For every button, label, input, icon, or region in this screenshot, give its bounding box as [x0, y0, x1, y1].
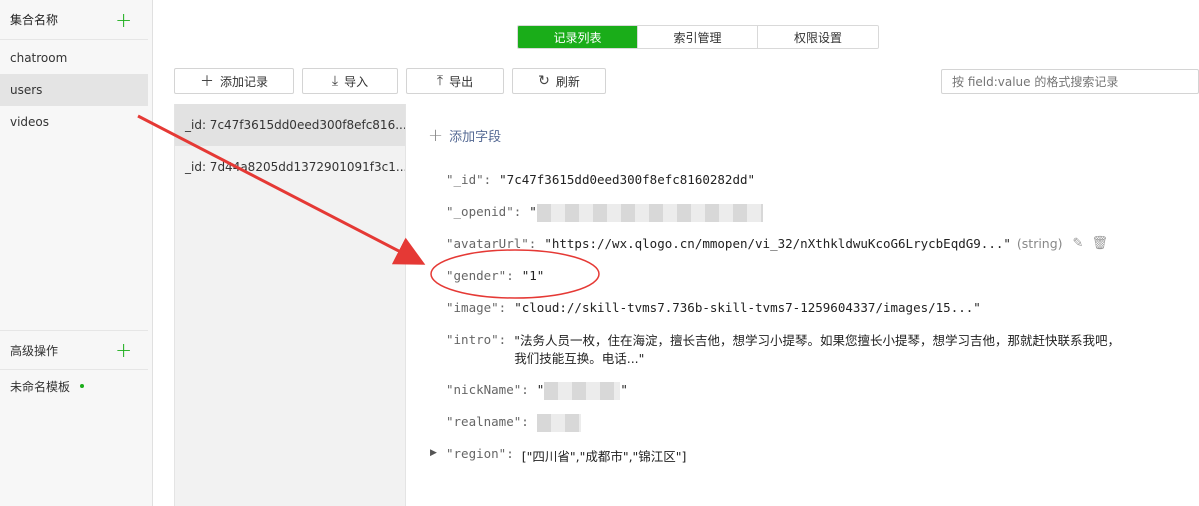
field-value: "法务人员一枚，住在海淀，擅长吉他，想学习小提琴。如果您擅长小提琴，想学习吉他，…	[514, 332, 1120, 368]
field-key: "region":	[446, 446, 514, 461]
refresh-icon: ↻	[538, 73, 550, 89]
record-item[interactable]: _id: 7c47f3615dd0eed300f8efc816...	[175, 104, 405, 146]
template-item[interactable]: 未命名模板	[0, 370, 148, 402]
field-image[interactable]: "image": "cloud://skill-tvms7.736b-skill…	[446, 300, 981, 315]
upload-icon: ⤒	[436, 73, 444, 89]
field-value-close: "	[620, 382, 628, 397]
add-field-button[interactable]: + 添加字段	[428, 125, 501, 146]
add-record-button[interactable]: ＋ 添加记录	[174, 68, 294, 94]
advanced-section: 高级操作 + 未命名模板	[0, 330, 148, 402]
import-label: 导入	[344, 74, 369, 89]
field-value: "https://wx.qlogo.cn/mmopen/vi_32/nXthkl…	[544, 236, 1011, 251]
field-avatarurl[interactable]: "avatarUrl": "https://wx.qlogo.cn/mmopen…	[446, 236, 1108, 251]
sidebar-item-users[interactable]: users	[0, 74, 148, 106]
tab-records[interactable]: 记录列表	[518, 26, 638, 48]
collections-title: 集合名称	[10, 13, 59, 27]
field-key: "_id":	[446, 172, 492, 187]
field-region[interactable]: "region": ["四川省","成都市","锦江区"]	[446, 446, 686, 465]
plus-icon: ＋	[199, 74, 214, 90]
field-value: "	[529, 204, 537, 219]
field-key: "nickName":	[446, 382, 529, 397]
intro-line: "法务人员一枚，住在海淀，擅长吉他，想学习小提琴。如果您擅长小提琴，想学习吉他，…	[514, 333, 1120, 348]
template-label: 未命名模板	[10, 379, 71, 394]
field-intro[interactable]: "intro": "法务人员一枚，住在海淀，擅长吉他，想学习小提琴。如果您擅长小…	[446, 332, 1120, 368]
export-button[interactable]: ⤒ 导出	[406, 68, 504, 94]
field-gender[interactable]: "gender": "1"	[446, 268, 544, 283]
records-list: _id: 7c47f3615dd0eed300f8efc816... _id: …	[174, 104, 406, 506]
field-value: "1"	[521, 268, 545, 283]
tab-permissions[interactable]: 权限设置	[758, 26, 878, 48]
advanced-header: 高级操作 +	[0, 330, 148, 370]
sidebar-item-videos[interactable]: videos	[0, 106, 148, 138]
field-type: (string)	[1016, 236, 1063, 251]
status-dot-icon	[80, 384, 85, 388]
field-nickname[interactable]: "nickName": " "	[446, 382, 628, 400]
field-value: "7c47f3615dd0eed300f8efc8160282dd"	[499, 172, 756, 187]
trash-icon[interactable]: 🗑	[1091, 236, 1108, 251]
redacted-value	[536, 414, 581, 432]
refresh-button[interactable]: ↻ 刷新	[512, 68, 606, 94]
export-label: 导出	[449, 74, 474, 89]
field-value-open: "	[536, 382, 545, 397]
add-record-label: 添加记录	[219, 74, 268, 89]
field-id[interactable]: "_id": "7c47f3615dd0eed300f8efc8160282dd…	[446, 172, 755, 187]
field-key: "image":	[446, 300, 507, 315]
field-value: "cloud://skill-tvms7.736b-skill-tvms7-12…	[514, 300, 981, 315]
redacted-value	[536, 204, 763, 222]
field-key: "gender":	[446, 268, 514, 283]
tab-indexes[interactable]: 索引管理	[638, 26, 758, 48]
field-realname[interactable]: "realname":	[446, 414, 581, 432]
sidebar-item-chatroom[interactable]: chatroom	[0, 42, 148, 74]
field-key: "_openid":	[446, 204, 522, 219]
plus-icon: +	[428, 125, 444, 146]
advanced-title: 高级操作	[10, 343, 59, 358]
expand-triangle-icon[interactable]: ▶	[430, 448, 437, 458]
field-value: ["四川省","成都市","锦江区"]	[521, 449, 687, 464]
records-toolbar: ＋ 添加记录 ⤓ 导入 ⤒ 导出 ↻ 刷新	[174, 68, 606, 94]
refresh-label: 刷新	[555, 74, 580, 89]
download-icon: ⤓	[331, 73, 339, 89]
intro-line: 我们技能互换。电话..."	[514, 351, 645, 366]
view-tabs: 记录列表 索引管理 权限设置	[517, 25, 879, 49]
redacted-value	[544, 382, 621, 400]
record-item[interactable]: _id: 7d44a8205dd1372901091f3c1...	[175, 146, 405, 188]
add-field-label: 添加字段	[449, 130, 502, 145]
field-key: "avatarUrl":	[446, 236, 537, 251]
edit-icon[interactable]: ✎	[1073, 236, 1084, 251]
search-input[interactable]	[941, 69, 1199, 94]
add-collection-icon[interactable]: +	[115, 10, 132, 30]
field-openid[interactable]: "_openid": "	[446, 204, 763, 222]
field-key: "intro":	[446, 332, 507, 347]
add-template-icon[interactable]: +	[115, 340, 132, 360]
collections-sidebar: 集合名称 + chatroom users videos 高级操作 + 未命名模…	[0, 0, 153, 506]
field-key: "realname":	[446, 414, 529, 429]
import-button[interactable]: ⤓ 导入	[302, 68, 398, 94]
collections-header: 集合名称 +	[0, 0, 148, 40]
